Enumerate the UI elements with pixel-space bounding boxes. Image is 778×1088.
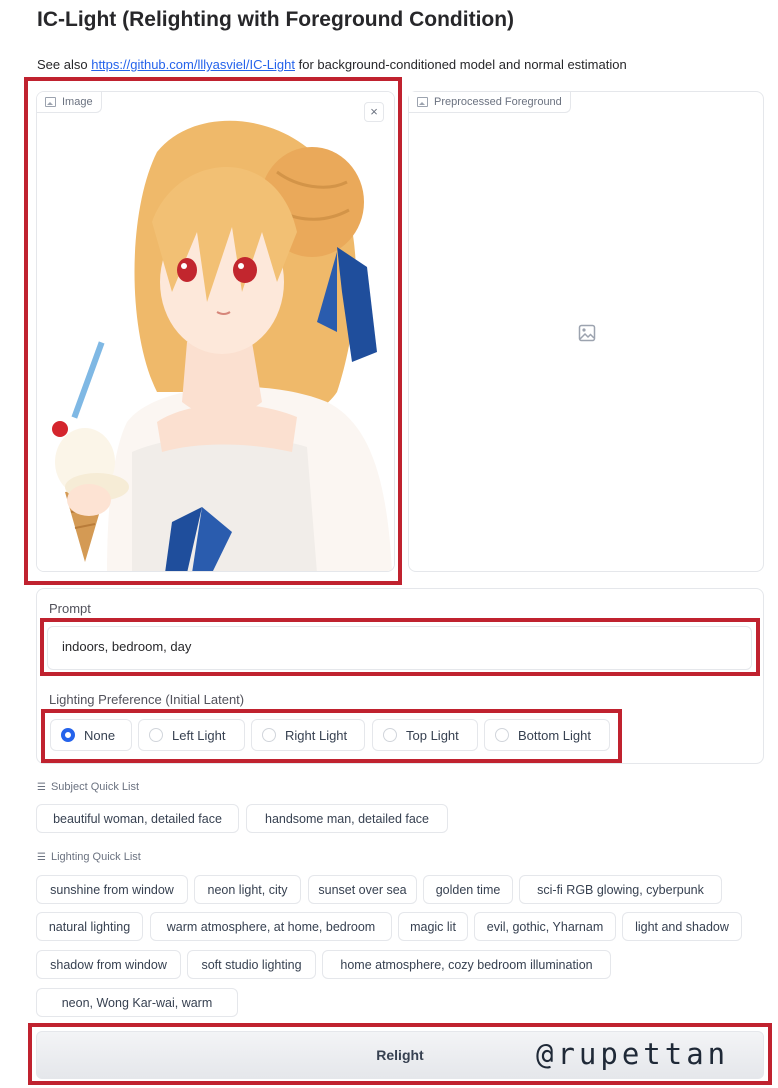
subject-quick-list-label-text: Subject Quick List: [50, 781, 140, 793]
chip-lighting[interactable]: evil, gothic, Yharnam: [474, 912, 616, 941]
chip-lighting[interactable]: magic lit: [398, 912, 468, 941]
chip-lighting[interactable]: light and shadow: [622, 912, 742, 941]
chip-lighting[interactable]: golden time: [423, 875, 513, 904]
chip-lighting[interactable]: sunshine from window: [36, 875, 188, 904]
image-placeholder-icon: [578, 324, 596, 342]
watermark: @rupettan: [536, 1037, 730, 1071]
lighting-preference-label: Lighting Preference (Initial Latent): [49, 692, 245, 707]
preprocessed-foreground-label-text: Preprocessed Foreground: [434, 96, 562, 108]
highlight-lighting-box: [41, 709, 622, 763]
chip-lighting[interactable]: sunset over sea: [308, 875, 417, 904]
lighting-quick-list-label: ☰ Lighting Quick List: [37, 851, 141, 863]
page-title: IC-Light (Relighting with Foreground Con…: [37, 8, 515, 31]
see-also-text: See also https://github.com/lllyasviel/I…: [37, 57, 627, 72]
subject-quick-list-label: ☰ Subject Quick List: [37, 781, 139, 793]
preprocessed-foreground-label: Preprocessed Foreground: [409, 92, 571, 113]
chip-lighting[interactable]: natural lighting: [36, 912, 143, 941]
chip-subject[interactable]: handsome man, detailed face: [246, 804, 448, 833]
preprocessed-foreground-panel: Preprocessed Foreground: [408, 91, 764, 572]
chip-lighting[interactable]: neon light, city: [194, 875, 301, 904]
github-link[interactable]: https://github.com/lllyasviel/IC-Light: [91, 57, 295, 72]
chip-lighting[interactable]: soft studio lighting: [187, 950, 316, 979]
image-icon: [417, 97, 428, 107]
lighting-quick-list-label-text: Lighting Quick List: [50, 851, 141, 863]
chip-lighting[interactable]: sci-fi RGB glowing, cyberpunk: [519, 875, 722, 904]
chip-lighting[interactable]: shadow from window: [36, 950, 181, 979]
list-icon: ☰: [37, 851, 46, 863]
see-also-suffix: for background-conditioned model and nor…: [298, 57, 627, 72]
chip-lighting[interactable]: neon, Wong Kar-wai, warm: [36, 988, 238, 1017]
chip-lighting[interactable]: home atmosphere, cozy bedroom illuminati…: [322, 950, 611, 979]
list-icon: ☰: [37, 781, 46, 793]
highlight-image-box: [24, 77, 402, 585]
chip-lighting[interactable]: warm atmosphere, at home, bedroom: [150, 912, 392, 941]
prompt-label: Prompt: [49, 601, 91, 616]
chip-subject[interactable]: beautiful woman, detailed face: [36, 804, 239, 833]
see-also-prefix: See also: [37, 57, 88, 72]
highlight-prompt-box: [40, 618, 760, 676]
